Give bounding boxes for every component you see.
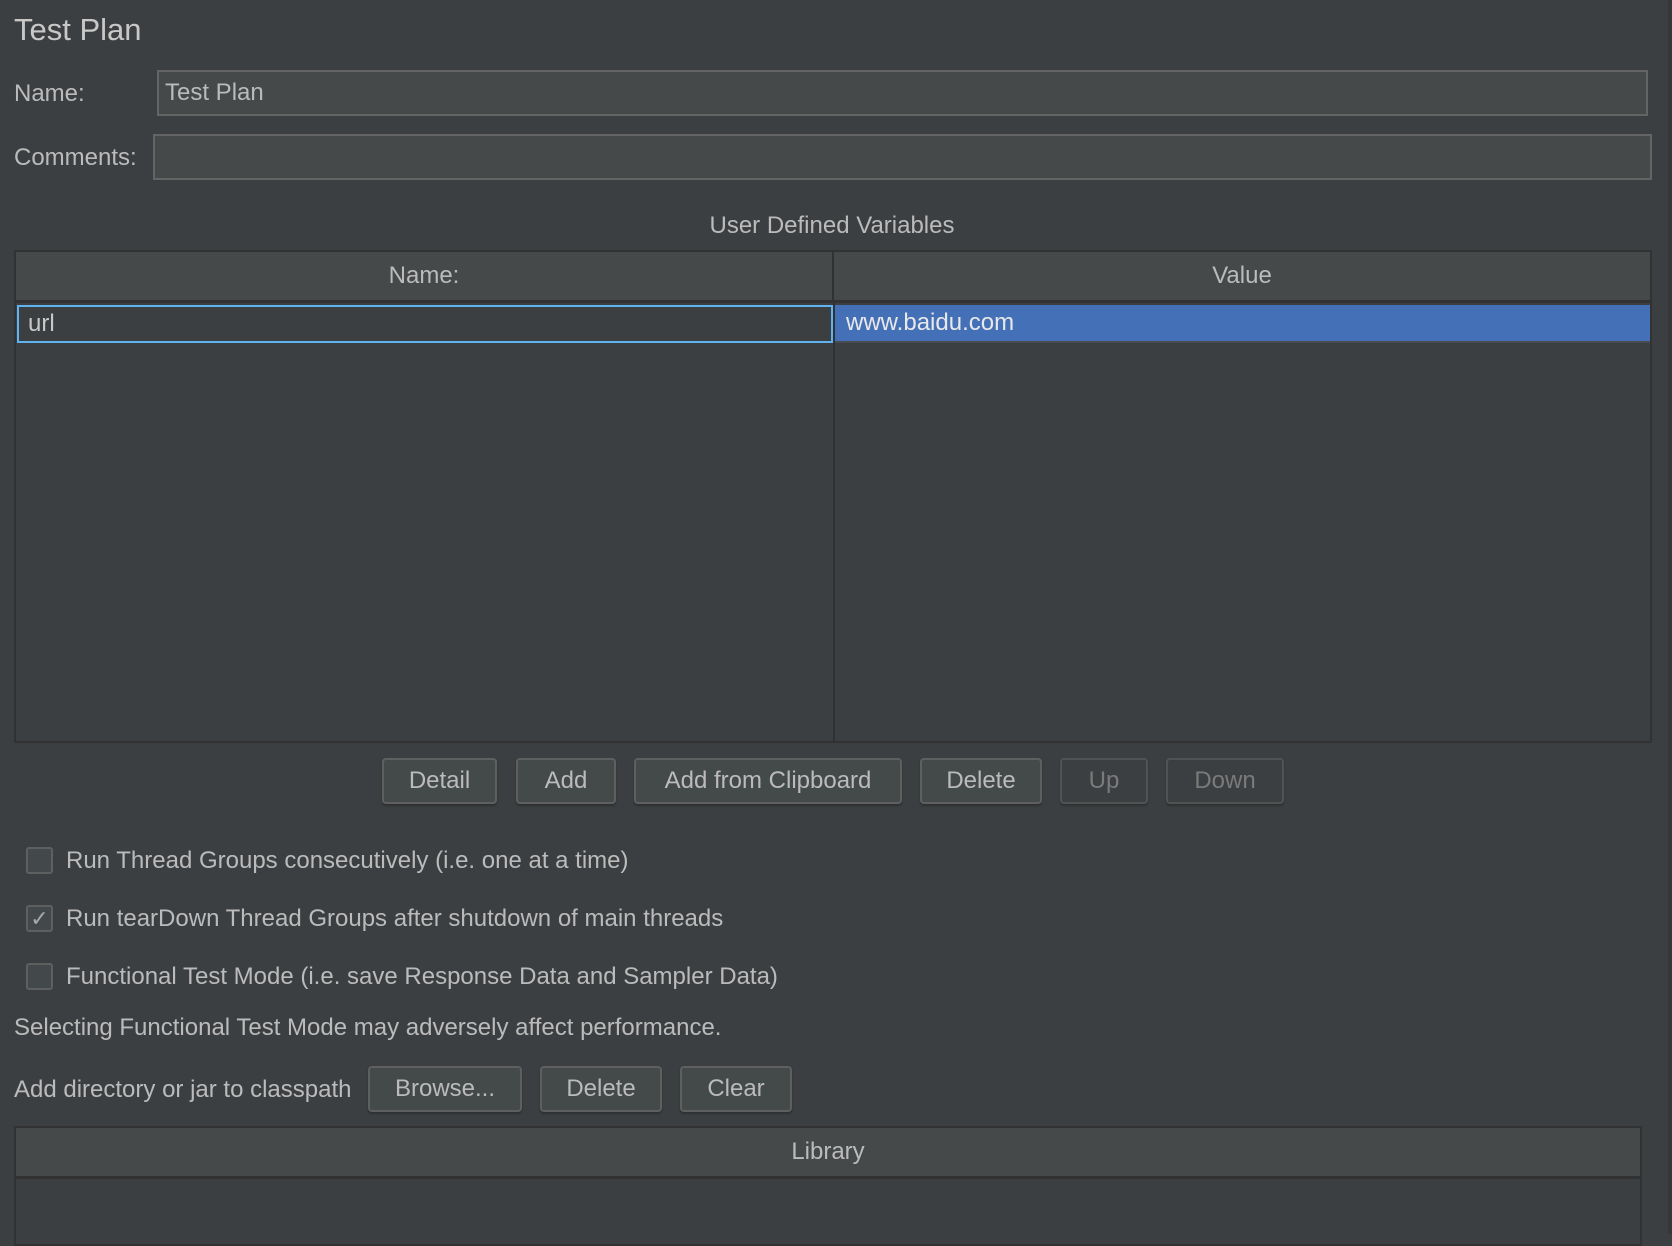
classpath-label: Add directory or jar to classpath (14, 1076, 352, 1103)
column-header-name[interactable]: Name: (16, 252, 834, 303)
variables-table: Name: Value url www.baidu.com (14, 250, 1652, 743)
run-teardown-checkbox[interactable]: ✓ (26, 905, 53, 932)
comments-label: Comments: (14, 144, 137, 171)
browse-button[interactable]: Browse... (368, 1066, 522, 1112)
column-header-value[interactable]: Value (834, 252, 1650, 303)
detail-button[interactable]: Detail (382, 758, 497, 804)
variable-value-cell[interactable]: www.baidu.com (835, 305, 1650, 343)
run-teardown-label: Run tearDown Thread Groups after shutdow… (66, 905, 724, 932)
name-field-value: Test Plan (165, 79, 264, 106)
delete-classpath-button[interactable]: Delete (540, 1066, 662, 1112)
table-row[interactable]: url www.baidu.com (16, 304, 1650, 345)
name-field[interactable]: Test Plan (157, 70, 1648, 116)
library-table: Library (14, 1126, 1642, 1246)
clear-button[interactable]: Clear (680, 1066, 792, 1112)
user-defined-variables-title: User Defined Variables (709, 212, 955, 239)
run-consecutively-label: Run Thread Groups consecutively (i.e. on… (66, 847, 629, 874)
variable-name-cell-editor[interactable]: url (17, 305, 833, 343)
right-edge-divider (1668, 0, 1672, 1234)
down-button[interactable]: Down (1166, 758, 1284, 804)
delete-variable-button[interactable]: Delete (920, 758, 1042, 804)
name-label: Name: (14, 80, 85, 107)
comments-field[interactable] (153, 134, 1652, 180)
add-button[interactable]: Add (516, 758, 616, 804)
up-button[interactable]: Up (1060, 758, 1148, 804)
functional-test-mode-label: Functional Test Mode (i.e. save Response… (66, 963, 778, 990)
add-from-clipboard-button[interactable]: Add from Clipboard (634, 758, 902, 804)
page-title: Test Plan (14, 12, 142, 47)
functional-test-mode-checkbox[interactable] (26, 963, 53, 990)
run-consecutively-checkbox[interactable] (26, 847, 53, 874)
column-header-library[interactable]: Library (16, 1128, 1640, 1179)
checkmark-icon: ✓ (30, 905, 49, 931)
functional-mode-warning: Selecting Functional Test Mode may adver… (14, 1014, 722, 1041)
column-divider (833, 303, 835, 741)
